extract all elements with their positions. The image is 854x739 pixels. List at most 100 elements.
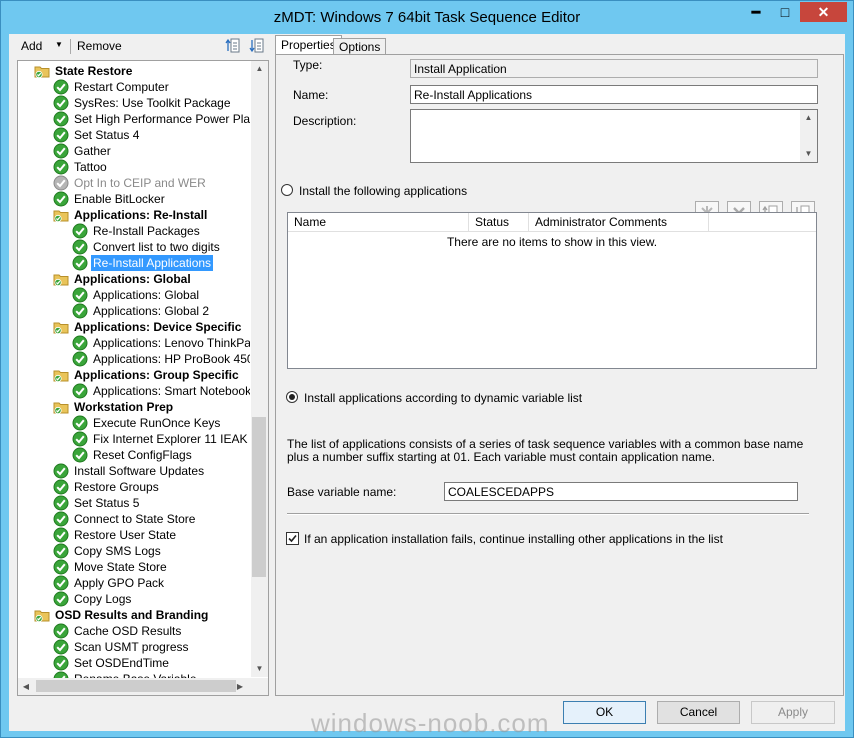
tree-step-item[interactable]: Cache OSD Results (53, 623, 183, 639)
tree-step-item[interactable]: SysRes: Use Toolkit Package (53, 95, 233, 111)
check-icon (53, 639, 69, 655)
tree-step-item[interactable]: Copy SMS Logs (53, 543, 163, 559)
check-icon (72, 303, 88, 319)
install-following-radio[interactable] (281, 184, 293, 196)
tree-group-item[interactable]: Applications: Re-Install (53, 207, 209, 223)
tree-step-item[interactable]: Convert list to two digits (72, 239, 222, 255)
add-dropdown-caret-icon[interactable]: ▼ (55, 40, 63, 49)
tree-horizontal-scrollbar[interactable]: ◀ ▶ (18, 678, 268, 695)
title-bar[interactable]: zMDT: Windows 7 64bit Task Sequence Edit… (1, 1, 853, 34)
tree-items: State Restore Restart Computer SysRes: Use… (18, 61, 250, 681)
tree-step-item[interactable]: Execute RunOnce Keys (72, 415, 222, 431)
move-up-icon[interactable] (225, 37, 241, 55)
tree-step-item[interactable]: Set High Performance Power Plan - (53, 111, 250, 127)
tree-step-item[interactable]: Copy Logs (53, 591, 133, 607)
tree-item-label: Opt In to CEIP and WER (74, 176, 206, 190)
tree-step-item[interactable]: Restore User State (53, 527, 178, 543)
tree-group-item[interactable]: State Restore (34, 63, 134, 79)
tree-item-label: Applications: Device Specific (74, 320, 242, 334)
scroll-down-icon[interactable]: ▼ (251, 661, 268, 677)
tree-step-item[interactable]: Gather (53, 143, 113, 159)
check-icon (53, 79, 69, 95)
continue-on-failure-checkbox[interactable] (286, 532, 299, 545)
tree-step-item[interactable]: Applications: HP ProBook 450 G (72, 351, 250, 367)
tree-step-item[interactable]: Install Software Updates (53, 463, 206, 479)
tree-step-item[interactable]: Reset ConfigFlags (72, 447, 194, 463)
cancel-button[interactable]: Cancel (657, 701, 740, 724)
tree-step-item[interactable]: Opt In to CEIP and WER (53, 175, 208, 191)
tree-item-label: Connect to State Store (74, 512, 196, 526)
minimize-button[interactable]: ━ (742, 2, 770, 22)
check-icon (72, 383, 88, 399)
maximize-button[interactable]: □ (771, 2, 799, 22)
scroll-up-icon[interactable]: ▲ (800, 110, 817, 126)
tree-item-label: Set OSDEndTime (74, 656, 169, 670)
apply-button[interactable]: Apply (751, 701, 835, 724)
tree-step-item[interactable]: Re-Install Applications (72, 255, 214, 271)
tree-step-item[interactable]: Move State Store (53, 559, 169, 575)
check-icon (53, 95, 69, 111)
remove-button[interactable]: Remove (77, 39, 122, 53)
scroll-right-icon[interactable]: ▶ (232, 678, 248, 695)
scroll-up-icon[interactable]: ▲ (251, 61, 268, 77)
tree-group-item[interactable]: OSD Results and Branding (34, 607, 210, 623)
tree-step-item[interactable]: Applications: Global (72, 287, 201, 303)
add-menu-button[interactable]: Add (21, 39, 42, 53)
scroll-down-icon[interactable]: ▼ (800, 146, 817, 162)
tree-item-label: Install Software Updates (74, 464, 205, 478)
folder-icon (34, 66, 50, 79)
ok-button[interactable]: OK (563, 701, 646, 724)
tree-item-label: Applications: Global (93, 288, 200, 302)
continue-on-failure-label: If an application installation fails, co… (304, 532, 723, 546)
tree-step-item[interactable]: Enable BitLocker (53, 191, 167, 207)
tree-step-item[interactable]: Fix Internet Explorer 11 IEAK Pr (72, 431, 250, 447)
tree-item-label: Set Status 5 (74, 496, 140, 510)
check-icon (53, 575, 69, 591)
check-icon (53, 191, 69, 207)
tree-group-item[interactable]: Applications: Global (53, 271, 193, 287)
tree-step-item[interactable]: Set Status 4 (53, 127, 141, 143)
type-label: Type: (293, 58, 323, 72)
scroll-left-icon[interactable]: ◀ (18, 678, 34, 695)
vertical-scroll-thumb[interactable] (252, 417, 266, 577)
tree-step-item[interactable]: Connect to State Store (53, 511, 197, 527)
tree-step-item[interactable]: Scan USMT progress (53, 639, 191, 655)
base-variable-input[interactable]: COALESCEDAPPS (444, 482, 798, 501)
column-header-status[interactable]: Status (469, 213, 529, 231)
check-icon (53, 559, 69, 575)
description-input[interactable]: ▲ ▼ (410, 109, 818, 163)
applications-list[interactable]: Name Status Administrator Comments There… (287, 212, 817, 369)
window-title: zMDT: Windows 7 64bit Task Sequence Edit… (273, 9, 581, 26)
tree-group-item[interactable]: Applications: Group Specific (53, 367, 241, 383)
tree-step-item[interactable]: Applications: Lenovo ThinkPad (72, 335, 250, 351)
name-input[interactable]: Re-Install Applications (410, 85, 818, 104)
check-icon (72, 335, 88, 351)
task-sequence-tree[interactable]: State Restore Restart Computer SysRes: Use… (17, 60, 269, 696)
tree-step-item[interactable]: Restore Groups (53, 479, 161, 495)
column-header-admin-comments[interactable]: Administrator Comments (529, 213, 709, 231)
tree-step-item[interactable]: Tattoo (53, 159, 109, 175)
tree-item-label: Scan USMT progress (74, 640, 189, 654)
tree-step-item[interactable]: Restart Computer (53, 79, 171, 95)
close-button[interactable]: ✕ (800, 2, 847, 22)
move-down-icon[interactable] (249, 37, 265, 55)
tree-step-item[interactable]: Set OSDEndTime (53, 655, 171, 671)
column-header-name[interactable]: Name (288, 213, 469, 231)
tab-properties[interactable]: Properties (275, 35, 342, 56)
description-scrollbar[interactable]: ▲ ▼ (800, 110, 817, 162)
tree-step-item[interactable]: Re-Install Packages (72, 223, 202, 239)
properties-panel: Type: Install Application Name: Re-Insta… (275, 54, 844, 696)
folder-icon (53, 402, 69, 415)
tree-step-item[interactable]: Applications: Smart Notebook (72, 383, 250, 399)
check-icon (53, 111, 69, 127)
install-dynamic-radio[interactable] (286, 391, 298, 403)
tree-vertical-scrollbar[interactable]: ▲ ▼ (251, 61, 268, 677)
tree-group-item[interactable]: Applications: Device Specific (53, 319, 243, 335)
tree-group-item[interactable]: Workstation Prep (53, 399, 175, 415)
tree-step-item[interactable]: Applications: Global 2 (72, 303, 211, 319)
tree-item-label: Restore Groups (74, 480, 159, 494)
tree-step-item[interactable]: Apply GPO Pack (53, 575, 166, 591)
horizontal-scroll-thumb[interactable] (36, 680, 236, 692)
tree-step-item[interactable]: Set Status 5 (53, 495, 141, 511)
tree-item-label: Applications: Lenovo ThinkPad (93, 336, 250, 350)
